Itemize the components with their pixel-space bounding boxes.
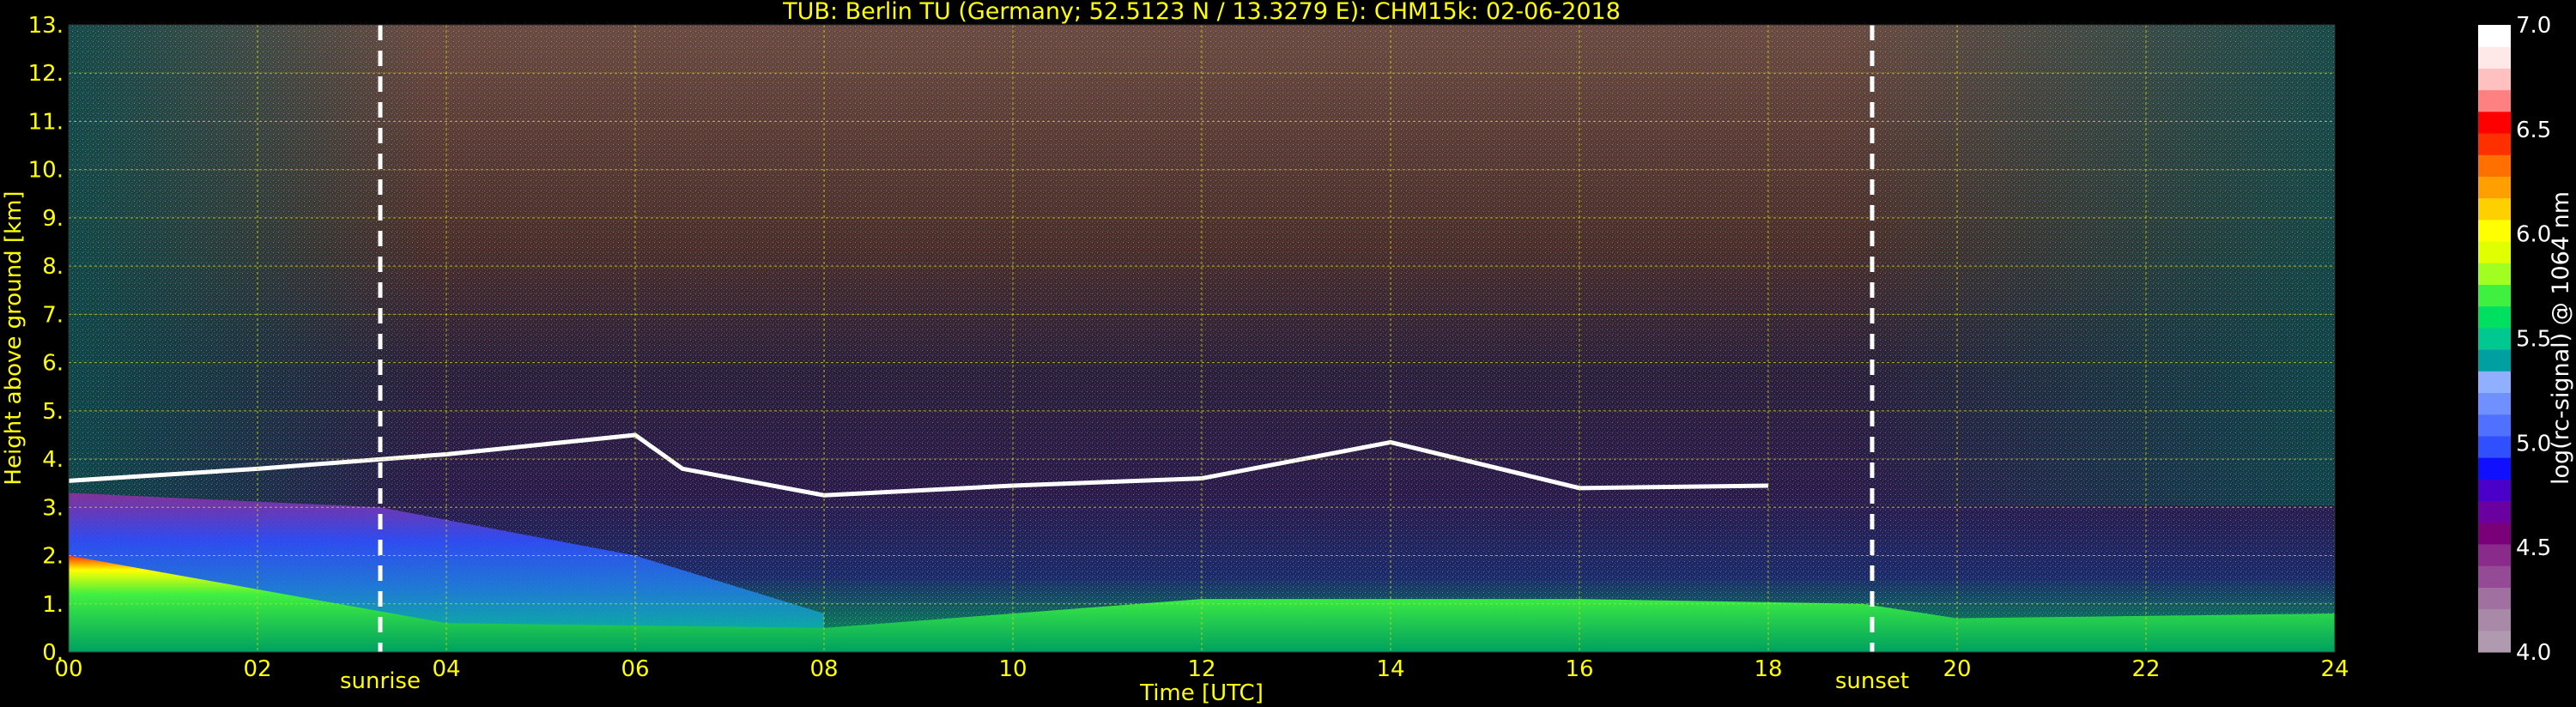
x-tick-label: 04 [432,656,460,682]
colorbar-segment [2478,241,2511,263]
x-tick-label: 20 [1943,656,1971,682]
y-tick-label: 6. [42,351,64,377]
y-tick-label: 1. [42,592,64,618]
y-tick-label: 9. [42,206,64,232]
colorbar-segment [2478,46,2511,69]
y-tick-label: 3. [42,495,64,521]
y-tick-label: 4. [42,447,64,473]
colorbar-segment [2478,479,2511,502]
x-tick-label: 02 [243,656,271,682]
colorbar-segment [2478,371,2511,394]
colorbar-segment [2478,305,2511,329]
colorbar-tick-label: 5.0 [2516,431,2551,456]
y-tick-label: 11. [28,109,64,135]
chart-title: TUB: Berlin TU (Germany; 52.5123 N / 13.… [782,0,1621,25]
colorbar-segment [2478,111,2511,134]
y-tick-label: 8. [42,254,64,280]
colorbar-segment [2478,608,2511,631]
x-tick-label: 12 [1187,656,1215,682]
x-tick-label: 00 [54,656,82,682]
y-tick-label: 7. [42,302,64,328]
colorbar-segment [2478,457,2511,480]
annotation-labels: sunrise sunset [340,668,1909,694]
y-tick-label: 13. [28,13,64,39]
colorbar-segment [2478,414,2511,437]
colorbar [2478,25,2511,653]
colorbar-tick-label: 7.0 [2516,13,2551,39]
colorbar-segment [2478,89,2511,112]
colorbar-segment [2478,263,2511,285]
x-tick-label: 06 [621,656,649,682]
x-tick-label: 18 [1754,656,1782,682]
colorbar-segment [2478,500,2511,523]
y-tick-label: 10. [28,158,64,184]
x-tick-label: 16 [1565,656,1593,682]
colorbar-tick-label: 6.0 [2516,222,2551,248]
sunrise-label: sunrise [340,668,421,694]
y-tick-labels: 0.1.2.3.4.5.6.7.8.9.10.11.12.13. [28,13,64,666]
x-tick-label: 24 [2320,656,2349,682]
x-tick-label: 10 [998,656,1027,682]
y-tick-label: 5. [42,399,64,425]
colorbar-segment [2478,197,2511,221]
y-tick-label: 12. [28,61,64,87]
colorbar-tick-label: 4.5 [2516,535,2551,561]
colorbar-segment [2478,435,2511,458]
plot-area [69,25,2335,652]
colorbar-segment [2478,133,2511,155]
colorbar-segment [2478,154,2511,177]
y-tick-label: 2. [42,544,64,570]
colorbar-segment [2478,25,2511,47]
colorbar-segment [2478,176,2511,199]
lidar-chart: 0.1.2.3.4.5.6.7.8.9.10.11.12.13. 00 02 04 0… [1,0,2574,706]
colorbar-segment [2478,630,2511,653]
x-tick-label: 22 [2131,656,2160,682]
x-axis-label: Time [UTC] [1139,680,1264,706]
colorbar-tick-label: 6.5 [2516,118,2551,143]
colorbar-tick-label: 4.0 [2516,640,2551,666]
colorbar-segment [2478,392,2511,415]
colorbar-segment [2478,349,2511,372]
colorbar-segment [2478,543,2511,566]
colorbar-segment [2478,587,2511,610]
colorbar-label: log(rc-signal) @ 1064 nm [2548,191,2574,485]
colorbar-segment [2478,327,2511,350]
colorbar-segment [2478,522,2511,545]
colorbar-segment [2478,565,2511,588]
x-tick-label: 08 [809,656,838,682]
colorbar-segment [2478,284,2511,307]
x-tick-label: 14 [1376,656,1404,682]
colorbar-tick-label: 5.5 [2516,327,2551,353]
colorbar-tick-labels: 4.0 4.5 5.0 5.5 6.0 6.5 7.0 [2516,13,2551,666]
sunset-label: sunset [1835,668,1909,694]
colorbar-segment [2478,219,2511,242]
y-axis-label: Height above ground [km] [1,190,27,485]
colorbar-segment [2478,68,2511,91]
